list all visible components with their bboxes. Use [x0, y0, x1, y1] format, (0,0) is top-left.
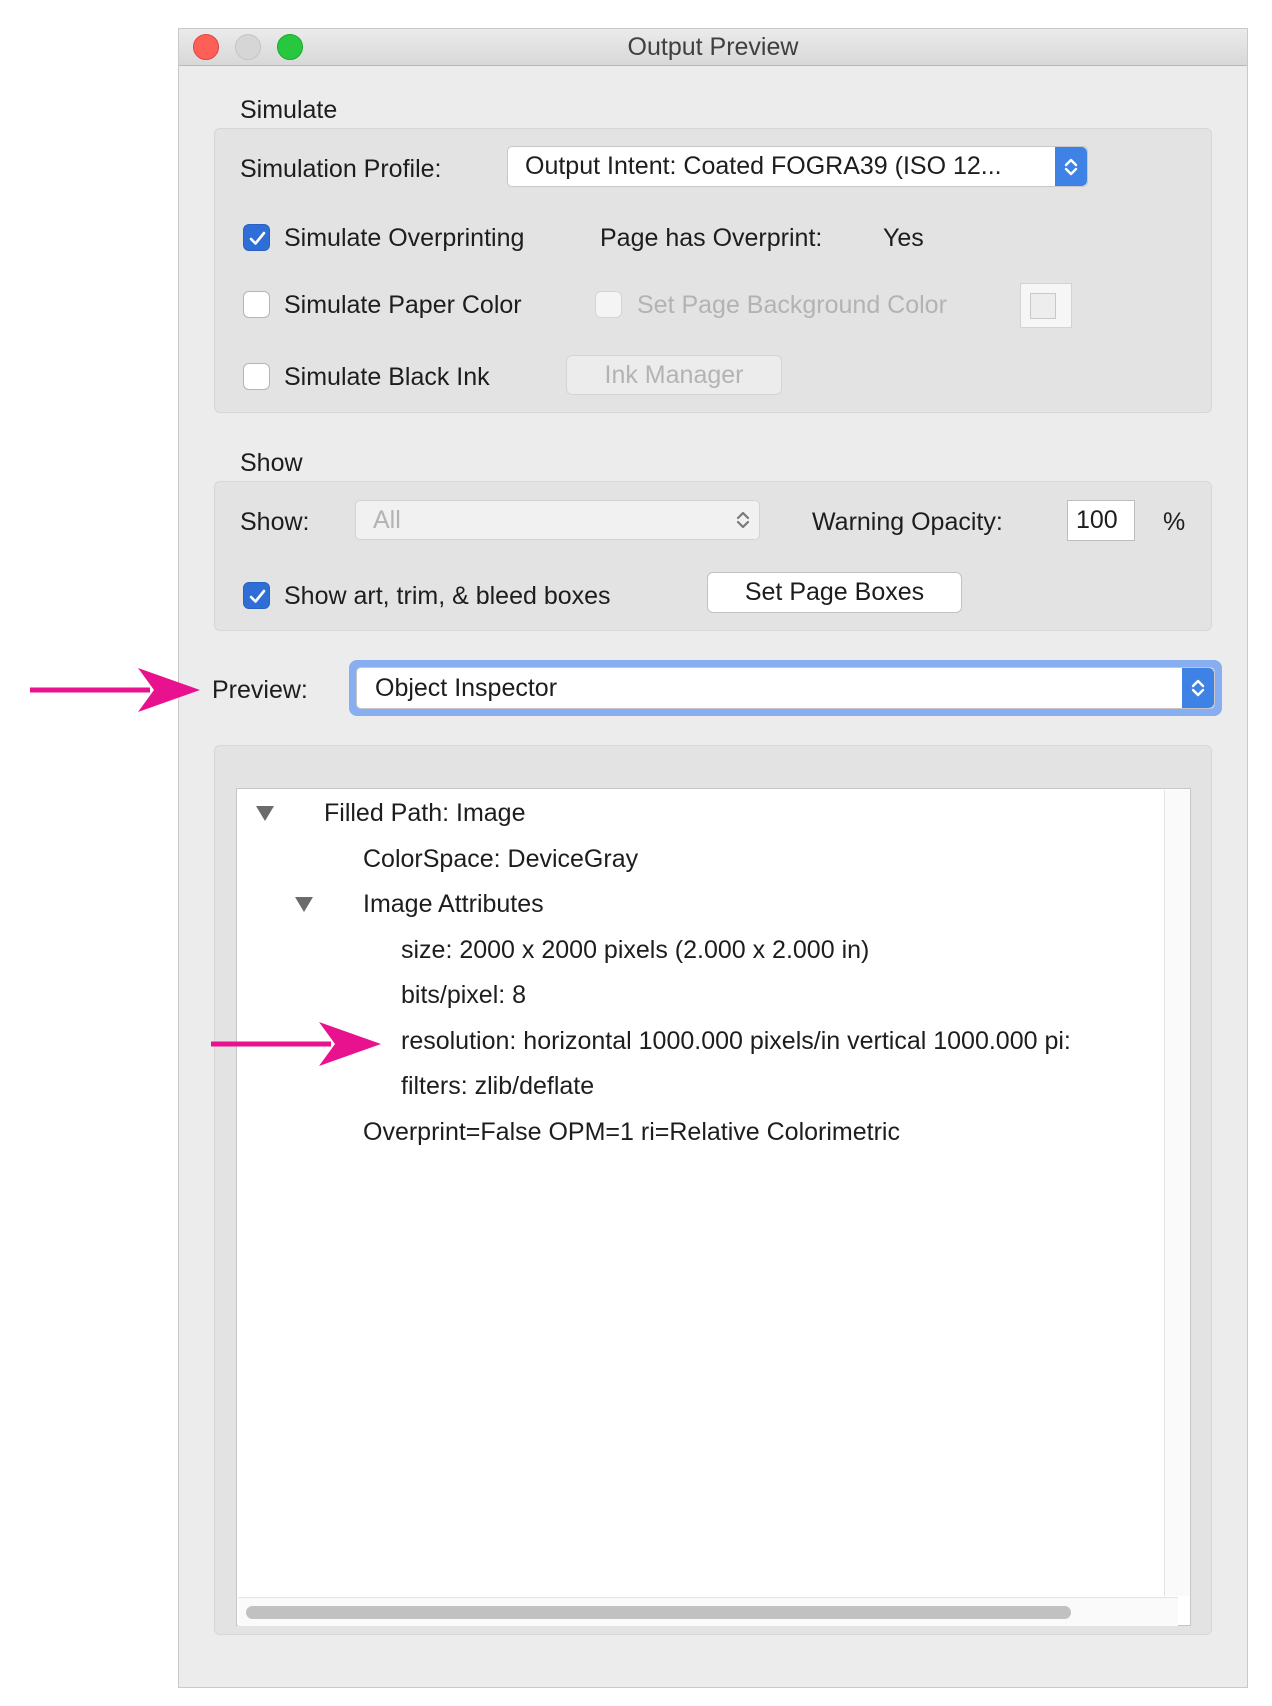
- show-boxes-checkbox[interactable]: [243, 582, 270, 609]
- tree-row-size[interactable]: size: 2000 x 2000 pixels (2.000 x 2.000 …: [401, 936, 869, 965]
- window-title: Output Preview: [627, 33, 799, 61]
- set-page-background-color-label: Set Page Background Color: [637, 291, 947, 319]
- arrow-right-icon: [211, 1022, 381, 1066]
- simulate-black-ink-label: Simulate Black Ink: [284, 363, 490, 391]
- page-background-color-swatch[interactable]: [1020, 283, 1072, 328]
- show-value: All: [373, 505, 401, 534]
- title-bar[interactable]: Output Preview: [179, 29, 1247, 66]
- simulation-profile-popup[interactable]: Output Intent: Coated FOGRA39 (ISO 12...: [507, 146, 1088, 187]
- simulate-overprinting-label: Simulate Overprinting: [284, 224, 525, 252]
- checkmark-icon: [249, 231, 266, 245]
- disclosure-triangle-down-icon[interactable]: [295, 897, 313, 912]
- up-down-chevron-icon: [1055, 147, 1087, 186]
- tree-row-resolution[interactable]: resolution: horizontal 1000.000 pixels/i…: [401, 1027, 1164, 1056]
- page-has-overprint-label: Page has Overprint:: [600, 224, 823, 252]
- preview-popup[interactable]: Object Inspector: [356, 667, 1215, 709]
- warning-opacity-field[interactable]: 100: [1067, 500, 1135, 541]
- arrow-right-icon: [30, 668, 200, 712]
- color-swatch-preview: [1030, 293, 1056, 319]
- preview-value: Object Inspector: [375, 673, 558, 702]
- checkmark-icon: [249, 589, 266, 603]
- horizontal-scrollbar[interactable]: [238, 1597, 1178, 1626]
- tree-row-filters[interactable]: filters: zlib/deflate: [401, 1072, 594, 1101]
- simulate-overprinting-checkbox[interactable]: [243, 224, 270, 251]
- simulation-profile-label: Simulation Profile:: [240, 155, 442, 183]
- show-popup[interactable]: All: [355, 500, 760, 540]
- simulate-paper-color-checkbox[interactable]: [243, 291, 270, 318]
- tree-row-overprint[interactable]: Overprint=False OPM=1 ri=Relative Colori…: [363, 1118, 900, 1147]
- show-boxes-label: Show art, trim, & bleed boxes: [284, 582, 611, 610]
- ink-manager-button[interactable]: Ink Manager: [566, 355, 782, 395]
- page-has-overprint-value: Yes: [883, 224, 924, 252]
- horizontal-scrollbar-thumb[interactable]: [246, 1606, 1071, 1619]
- set-page-background-color-checkbox[interactable]: [595, 291, 622, 318]
- tree-row-colorspace[interactable]: ColorSpace: DeviceGray: [363, 845, 638, 874]
- simulate-section-label: Simulate: [240, 96, 338, 124]
- disclosure-triangle-down-icon[interactable]: [256, 806, 274, 821]
- simulate-black-ink-checkbox[interactable]: [243, 363, 270, 390]
- vertical-scrollbar[interactable]: [1164, 790, 1190, 1596]
- show-label: Show:: [240, 508, 310, 536]
- show-section-label: Show: [240, 449, 303, 477]
- percent-label: %: [1163, 508, 1186, 536]
- set-page-boxes-button[interactable]: Set Page Boxes: [707, 572, 962, 613]
- simulation-profile-value: Output Intent: Coated FOGRA39 (ISO 12...: [525, 152, 1002, 180]
- up-down-chevron-icon: [1182, 668, 1214, 708]
- tree-row-image-attributes[interactable]: Image Attributes: [363, 890, 544, 919]
- simulate-paper-color-label: Simulate Paper Color: [284, 291, 522, 319]
- preview-label: Preview:: [212, 676, 308, 704]
- tree-row-filled-path[interactable]: Filled Path: Image: [324, 799, 526, 828]
- tree-row-bits-per-pixel[interactable]: bits/pixel: 8: [401, 981, 526, 1010]
- up-down-chevron-icon: [736, 511, 750, 529]
- warning-opacity-label: Warning Opacity:: [812, 508, 1003, 536]
